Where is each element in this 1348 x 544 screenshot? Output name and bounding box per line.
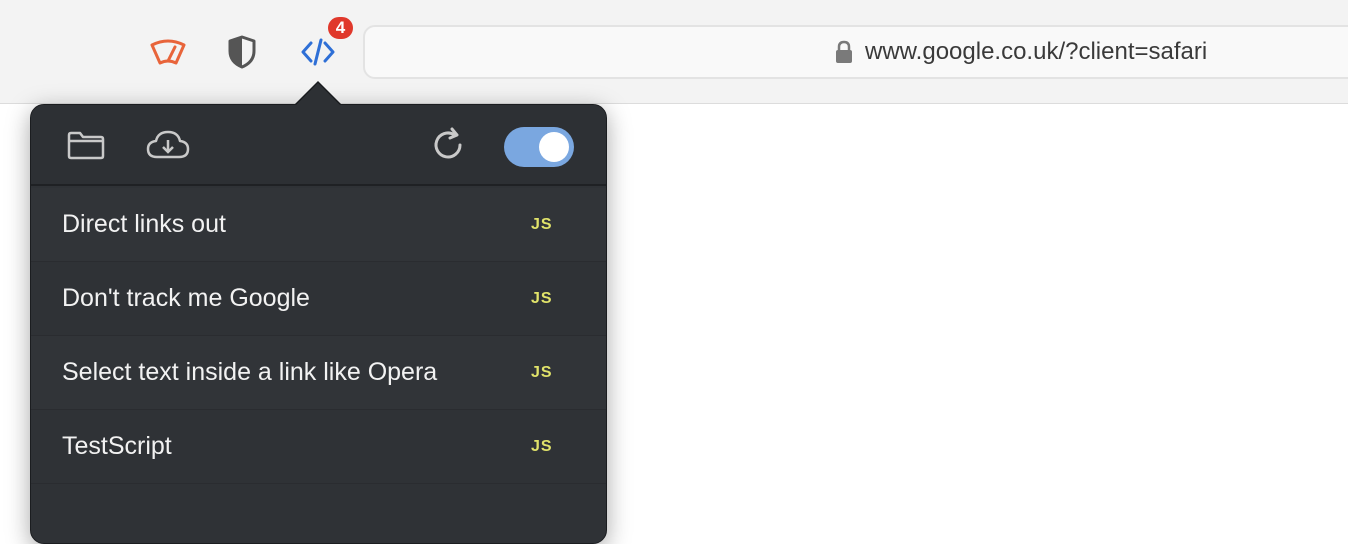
url-text: www.google.co.uk/?client=safari <box>865 38 1208 65</box>
script-type-badge: JS <box>531 289 553 307</box>
cloud-download-icon <box>145 129 191 166</box>
toggle-knob <box>539 132 569 162</box>
script-type-badge: JS <box>531 363 553 381</box>
script-count-badge: 4 <box>326 15 355 41</box>
userscripts-popover: Direct links out JS Don't track me Googl… <box>30 104 607 544</box>
script-type-badge: JS <box>531 215 553 233</box>
lock-icon <box>835 40 853 64</box>
script-row[interactable]: Direct links out JS <box>31 188 606 262</box>
script-name: TestScript <box>62 432 172 460</box>
script-name: Don't track me Google <box>62 284 310 312</box>
enable-toggle[interactable] <box>504 127 574 167</box>
download-button[interactable] <box>145 127 191 167</box>
script-row[interactable]: Don't track me Google JS <box>31 262 606 336</box>
shield-extension-button[interactable] <box>220 30 264 74</box>
code-icon <box>301 37 335 67</box>
script-type-badge: JS <box>531 437 553 455</box>
refresh-icon <box>430 127 466 168</box>
popover-arrow <box>296 83 340 105</box>
wiper-extension-button[interactable] <box>146 30 190 74</box>
script-list: Direct links out JS Don't track me Googl… <box>31 188 606 484</box>
wiper-icon <box>148 37 188 67</box>
script-name: Direct links out <box>62 210 226 238</box>
open-folder-button[interactable] <box>66 127 106 167</box>
script-row[interactable]: TestScript JS <box>31 410 606 484</box>
address-bar[interactable]: www.google.co.uk/?client=safari <box>363 25 1348 79</box>
script-row[interactable]: Select text inside a link like Opera JS <box>31 336 606 410</box>
popover-header <box>31 105 606 186</box>
folder-icon <box>67 130 105 165</box>
browser-toolbar: 4 www.google.co.uk/?client=safari <box>0 0 1348 104</box>
refresh-button[interactable] <box>428 127 468 167</box>
script-name: Select text inside a link like Opera <box>62 358 438 386</box>
shield-icon <box>227 35 257 69</box>
